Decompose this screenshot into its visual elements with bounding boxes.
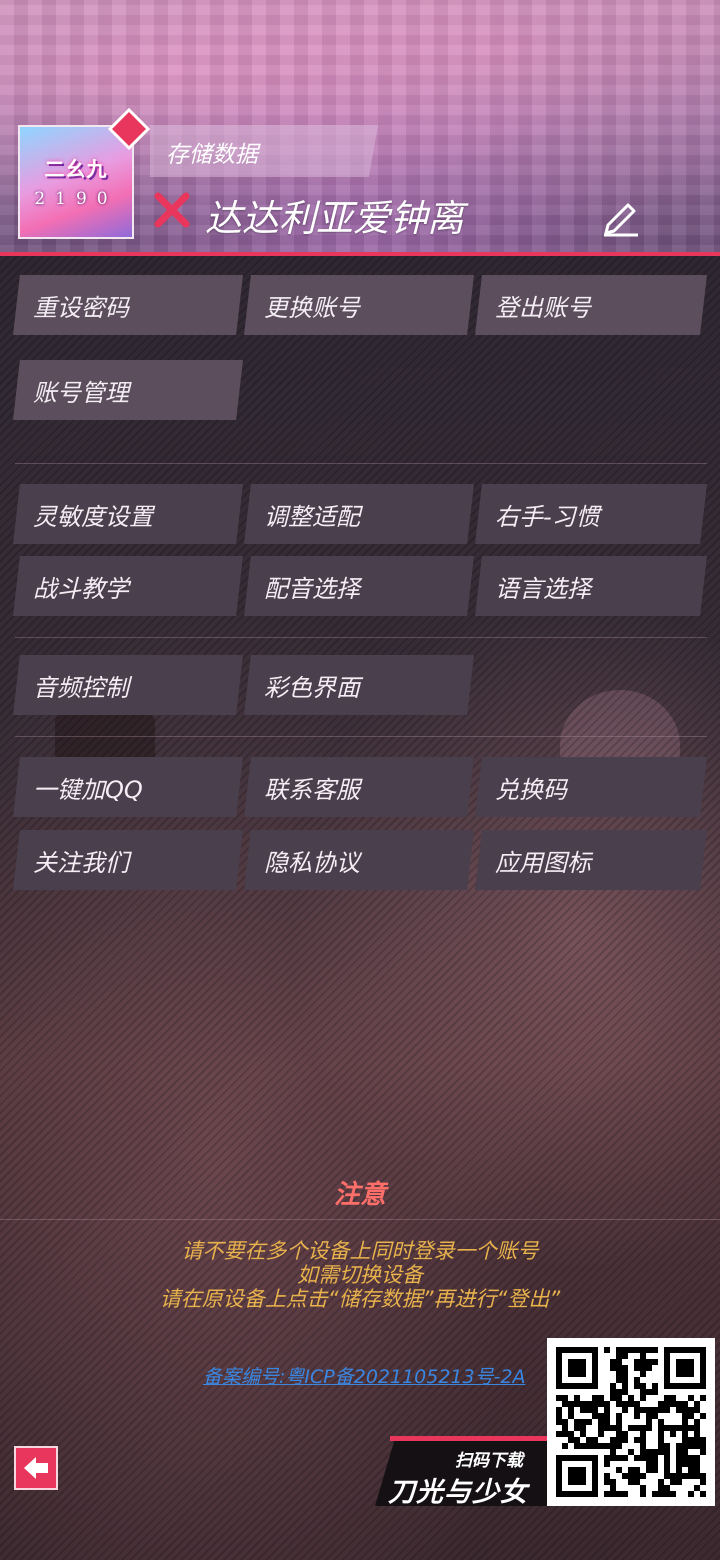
icp-record-link[interactable]: 备案编号:粤ICP备2021105213号-2A [203, 1362, 526, 1389]
right-hand-label: 右手-习惯 [495, 503, 600, 531]
follow-us-label: 关注我们 [33, 849, 129, 877]
reset-password-button[interactable]: 重设密码 [13, 275, 243, 335]
voice-select-button[interactable]: 配音选择 [244, 556, 474, 616]
redeem-code-label: 兑换码 [495, 776, 567, 804]
game-logo-text: 刀光与少女 [388, 1477, 528, 1508]
pencil-icon[interactable] [600, 195, 642, 237]
notice-title: 注意 [333, 1180, 386, 1210]
language-select-label: 语言选择 [495, 575, 591, 603]
voice-select-label: 配音选择 [264, 575, 360, 603]
account-manage-button[interactable]: 账号管理 [13, 360, 243, 420]
qr-code [547, 1338, 715, 1506]
section-divider [15, 736, 707, 737]
back-button[interactable] [14, 1446, 58, 1490]
avatar[interactable]: 二幺九 2190 [18, 125, 134, 239]
player-name: 达达利亚爱钟离 [205, 197, 464, 240]
adjust-adapt-label: 调整适配 [264, 503, 360, 531]
audio-control-button[interactable]: 音频控制 [13, 655, 243, 715]
adjust-adapt-button[interactable]: 调整适配 [244, 484, 474, 544]
save-data-label: 存储数据 [166, 142, 258, 168]
section-divider [15, 463, 707, 464]
color-ui-button[interactable]: 彩色界面 [244, 655, 474, 715]
notice-line-3: 请在原设备上点击“储存数据”再进行“登出” [159, 1287, 561, 1311]
save-data-button[interactable]: 存储数据 [150, 125, 378, 177]
avatar-number: 2190 [34, 189, 118, 209]
add-qq-button[interactable]: 一键加QQ [13, 757, 243, 817]
header-divider-line [0, 252, 720, 256]
reset-password-label: 重设密码 [33, 294, 129, 322]
banner-accent-line [390, 1436, 547, 1441]
language-select-button[interactable]: 语言选择 [475, 556, 707, 616]
privacy-policy-label: 隐私协议 [264, 849, 360, 877]
scan-download-label: 扫码下载 [455, 1451, 523, 1471]
app-icon-label: 应用图标 [495, 849, 591, 877]
privacy-policy-button[interactable]: 隐私协议 [244, 830, 474, 890]
account-manage-label: 账号管理 [33, 379, 129, 407]
contact-support-label: 联系客服 [264, 776, 360, 804]
left-arrow-icon [24, 1457, 48, 1479]
app-icon-button[interactable]: 应用图标 [475, 830, 707, 890]
sensitivity-settings-button[interactable]: 灵敏度设置 [13, 484, 243, 544]
redeem-code-button[interactable]: 兑换码 [475, 757, 707, 817]
combat-tutorial-label: 战斗教学 [33, 575, 129, 603]
notice-divider [0, 1219, 720, 1220]
switch-account-label: 更换账号 [264, 294, 360, 322]
combat-tutorial-button[interactable]: 战斗教学 [13, 556, 243, 616]
add-qq-label: 一键加QQ [33, 776, 143, 804]
close-x-icon [154, 192, 190, 228]
color-ui-label: 彩色界面 [264, 674, 360, 702]
switch-account-button[interactable]: 更换账号 [244, 275, 474, 335]
logout-button[interactable]: 登出账号 [475, 275, 707, 335]
right-hand-button[interactable]: 右手-习惯 [475, 484, 707, 544]
follow-us-button[interactable]: 关注我们 [13, 830, 243, 890]
audio-control-label: 音频控制 [33, 674, 129, 702]
section-divider [15, 637, 707, 638]
avatar-title: 二幺九 [44, 157, 108, 181]
sensitivity-settings-label: 灵敏度设置 [33, 503, 153, 531]
logout-label: 登出账号 [495, 294, 591, 322]
contact-support-button[interactable]: 联系客服 [244, 757, 474, 817]
